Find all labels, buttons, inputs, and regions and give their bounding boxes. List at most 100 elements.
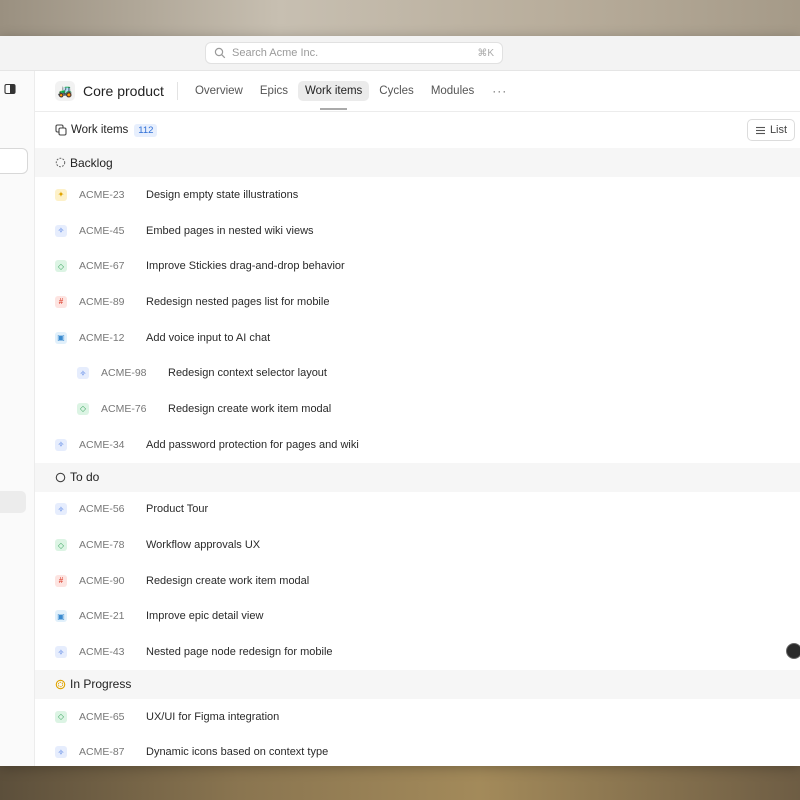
desktop-wallpaper-top	[0, 0, 800, 36]
hash-icon: #	[55, 295, 67, 308]
list-item[interactable]: ✦ ACME-23 Design empty state illustratio…	[35, 177, 800, 213]
sparkle-icon: ✧	[55, 646, 67, 659]
list-item[interactable]: ▣ ACME-12 Add voice input to AI chat	[35, 320, 800, 356]
list-item[interactable]: ◇ ACME-65 UX/UI for Figma integration	[35, 699, 800, 735]
item-id: ACME-87	[79, 746, 125, 759]
sparkle-icon: ✧	[55, 438, 67, 451]
layout-list-button[interactable]: List	[747, 119, 795, 141]
item-id: ACME-89	[79, 295, 125, 308]
sidebar	[0, 71, 35, 766]
sparkle-icon: ✧	[55, 224, 67, 237]
item-title: Improve Stickies drag-and-drop behavior	[146, 260, 345, 273]
item-id: ACME-56	[79, 503, 125, 516]
sparkle-icon: ✧	[77, 367, 89, 380]
tab-overview[interactable]: Overview	[188, 81, 250, 101]
in-progress-circle-icon	[55, 679, 66, 690]
list-item-sub[interactable]: ◇ ACME-76 Redesign create work item moda…	[35, 391, 800, 427]
list-item-sub[interactable]: ✧ ACME-98 Redesign context selector layo…	[35, 355, 800, 391]
assignee-avatar[interactable]	[786, 643, 800, 659]
item-id: ACME-76	[101, 402, 147, 415]
list-item[interactable]: # ACME-89 Redesign nested pages list for…	[35, 284, 800, 320]
item-title: Workflow approvals UX	[146, 539, 261, 552]
group-header-todo[interactable]: To do	[35, 462, 800, 492]
work-items-icon	[55, 124, 67, 136]
sidebar-item-active[interactable]	[0, 491, 26, 513]
item-title: Redesign create work item modal	[168, 402, 332, 415]
hash-icon: #	[55, 574, 67, 587]
app-window: Search Acme Inc. ⌘K 🚜 Core product Overv…	[0, 36, 800, 766]
cube-icon: ◇	[55, 539, 67, 552]
list-item[interactable]: ✧ ACME-34 Add password protection for pa…	[35, 427, 800, 463]
item-title: Add password protection for pages and wi…	[146, 438, 359, 451]
list-icon	[755, 126, 765, 134]
item-title: Redesign create work item modal	[146, 574, 310, 587]
star-icon: ✦	[55, 188, 67, 201]
tab-cycles[interactable]: Cycles	[372, 81, 421, 101]
item-id: ACME-34	[79, 438, 125, 451]
item-id: ACME-90	[79, 574, 125, 587]
work-items-title: Work items	[71, 124, 129, 136]
item-title: Dynamic icons based on context type	[146, 746, 329, 759]
top-bar: Search Acme Inc. ⌘K	[0, 36, 800, 71]
group-name: Backlog	[70, 155, 113, 170]
work-items-header: Work items 112 List	[35, 112, 800, 148]
desktop-wallpaper-bottom	[0, 766, 800, 800]
work-item-list: Backlog ✦ ACME-23 Design empty state ill…	[35, 148, 800, 766]
group-header-in-progress[interactable]: In Progress	[35, 669, 800, 699]
list-item[interactable]: ◇ ACME-78 Workflow approvals UX	[35, 527, 800, 563]
item-title: Product Tour	[146, 503, 209, 516]
circle-icon	[55, 472, 66, 482]
sidebar-new-button[interactable]	[0, 148, 28, 174]
layout-label: List	[769, 124, 788, 136]
item-id: ACME-98	[101, 367, 147, 380]
dashed-circle-icon	[55, 157, 66, 168]
search-shortcut: ⌘K	[477, 47, 494, 59]
item-title: Nested page node redesign for mobile	[146, 646, 333, 659]
item-id: ACME-12	[79, 331, 125, 344]
search-input[interactable]: Search Acme Inc. ⌘K	[205, 42, 503, 64]
tab-modules[interactable]: Modules	[424, 81, 481, 101]
tab-epics[interactable]: Epics	[253, 81, 295, 101]
sidebar-toggle-icon[interactable]	[4, 83, 16, 95]
item-title: Redesign nested pages list for mobile	[146, 295, 330, 308]
tab-work-items[interactable]: Work items	[298, 81, 370, 110]
group-header-backlog[interactable]: Backlog	[35, 148, 800, 177]
item-title: Design empty state illustrations	[146, 188, 299, 201]
item-title: Embed pages in nested wiki views	[146, 224, 314, 237]
item-title: Improve epic detail view	[146, 610, 264, 623]
list-item[interactable]: ▣ ACME-21 Improve epic detail view	[35, 599, 800, 635]
group-name: In Progress	[70, 677, 132, 692]
cube-icon: ◇	[55, 710, 67, 723]
list-item[interactable]: ✧ ACME-87 Dynamic icons based on context…	[35, 735, 800, 766]
item-id: ACME-67	[79, 260, 125, 273]
more-horizontal-icon[interactable]: ···	[492, 84, 507, 98]
item-title: Add voice input to AI chat	[146, 331, 271, 344]
sparkle-icon: ✧	[55, 746, 67, 759]
cube-icon: ◇	[55, 260, 67, 273]
cube-icon: ◇	[77, 402, 89, 415]
list-item[interactable]: ✧ ACME-56 Product Tour	[35, 492, 800, 528]
list-item[interactable]: ✧ ACME-45 Embed pages in nested wiki vie…	[35, 213, 800, 249]
main-content: 🚜 Core product Overview Epics Work items…	[35, 71, 800, 766]
search-icon	[214, 47, 226, 59]
header-divider	[176, 82, 178, 100]
list-item[interactable]: ◇ ACME-67 Improve Stickies drag-and-drop…	[35, 248, 800, 284]
item-id: ACME-45	[79, 224, 125, 237]
search-placeholder: Search Acme Inc.	[232, 47, 319, 59]
work-items-count-badge: 112	[134, 123, 158, 137]
group-name: To do	[70, 470, 100, 484]
sparkle-icon: ✧	[55, 503, 67, 516]
item-id: ACME-43	[79, 646, 125, 659]
item-title: Redesign context selector layout	[168, 367, 327, 380]
item-id: ACME-23	[79, 188, 125, 201]
tractor-icon[interactable]: 🚜	[55, 81, 75, 101]
item-id: ACME-65	[79, 710, 125, 723]
list-item[interactable]: # ACME-90 Redesign create work item moda…	[35, 563, 800, 599]
project-header: 🚜 Core product Overview Epics Work items…	[35, 71, 800, 112]
list-item[interactable]: ✧ ACME-43 Nested page node redesign for …	[35, 634, 800, 670]
layers-icon: ▣	[55, 610, 67, 623]
project-name[interactable]: Core product	[83, 83, 164, 99]
item-title: UX/UI for Figma integration	[146, 710, 280, 723]
item-id: ACME-21	[79, 610, 125, 623]
layers-icon: ▣	[55, 331, 67, 344]
